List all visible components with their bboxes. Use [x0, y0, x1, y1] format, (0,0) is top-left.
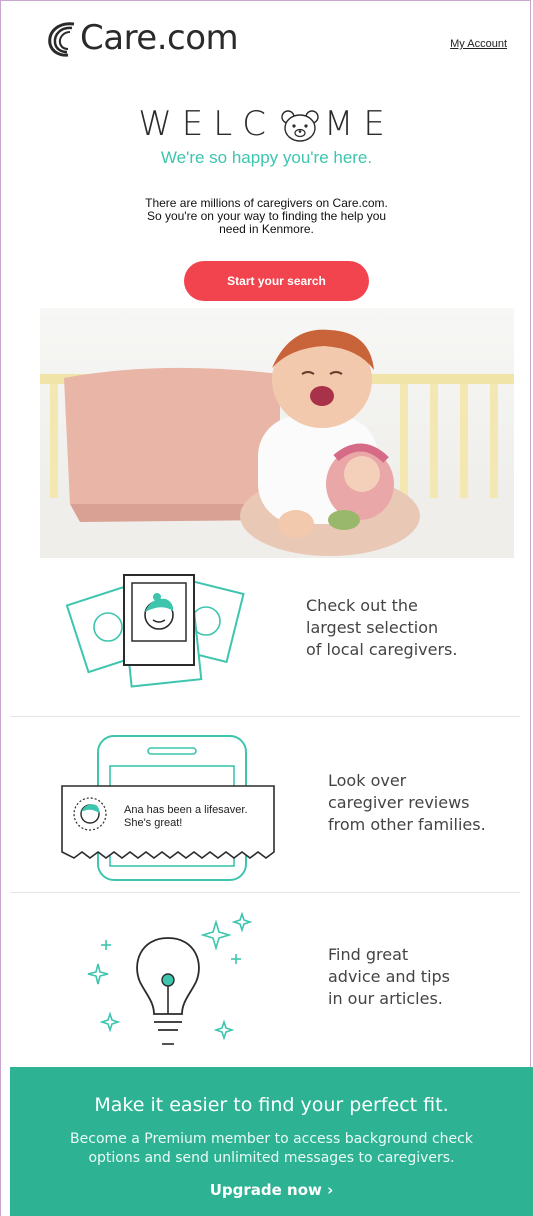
bear-icon — [281, 109, 319, 142]
promo-body-line-1: Become a Premium member to access backgr… — [70, 1131, 473, 1147]
care-logo[interactable]: Care.com — [44, 18, 239, 58]
feature-2-line-1: Look over — [328, 771, 407, 790]
review-line-1: Ana has been a lifesaver. — [124, 804, 248, 816]
lightbulb-icon — [87, 911, 253, 1045]
divider — [10, 892, 520, 893]
review-quote: Ana has been a lifesaver. She's great! — [124, 804, 248, 830]
feature-3-line-2: advice and tips — [328, 967, 450, 986]
care-logo-icon — [48, 22, 75, 57]
promo-body: Become a Premium member to access backgr… — [40, 1130, 503, 1168]
my-account-link[interactable]: My Account — [450, 38, 507, 50]
logo-text: Care.com — [80, 18, 239, 58]
feature-1-line-1: Check out the — [306, 596, 418, 615]
hero-baby-photo — [40, 308, 514, 558]
feature-3-line-3: in our articles. — [328, 989, 443, 1008]
feature-2-text: Look over caregiver reviews from other f… — [328, 770, 486, 836]
feature-2-line-3: from other families. — [328, 815, 486, 834]
promo-body-line-2: options and send unlimited messages to c… — [88, 1150, 455, 1166]
tagline: We're so happy you're here. — [160, 148, 373, 167]
welcome-heading: WELC ME — [0, 104, 533, 144]
feature-2-line-2: caregiver reviews — [328, 793, 470, 812]
feature-3-text: Find great advice and tips in our articl… — [328, 944, 450, 1010]
feature-1-line-2: largest selection — [306, 618, 439, 637]
promo-title: Make it easier to find your perfect fit. — [94, 1094, 449, 1116]
start-search-button[interactable]: Start your search — [184, 261, 369, 301]
intro-line-3: need in Kenmore. — [219, 222, 314, 236]
review-line-2: She's great! — [124, 817, 183, 829]
feature-reviews: Ana has been a lifesaver. She's great! L… — [0, 730, 531, 890]
caregiver-photos-icon — [66, 574, 245, 688]
divider — [10, 716, 520, 717]
upgrade-now-link[interactable]: Upgrade now › — [10, 1181, 533, 1199]
feature-1-text: Check out the largest selection of local… — [306, 595, 457, 661]
feature-articles: Find great advice and tips in our articl… — [0, 906, 531, 1056]
feature-caregivers: Check out the largest selection of local… — [0, 565, 531, 715]
welcome-right: ME — [323, 104, 395, 144]
welcome-left: WELC — [138, 104, 276, 144]
intro-text: There are millions of caregivers on Care… — [0, 197, 533, 236]
feature-3-line-1: Find great — [328, 945, 409, 964]
header: Care.com My Account — [0, 0, 533, 90]
premium-promo: Make it easier to find your perfect fit.… — [10, 1067, 533, 1216]
feature-1-line-3: of local caregivers. — [306, 640, 458, 659]
